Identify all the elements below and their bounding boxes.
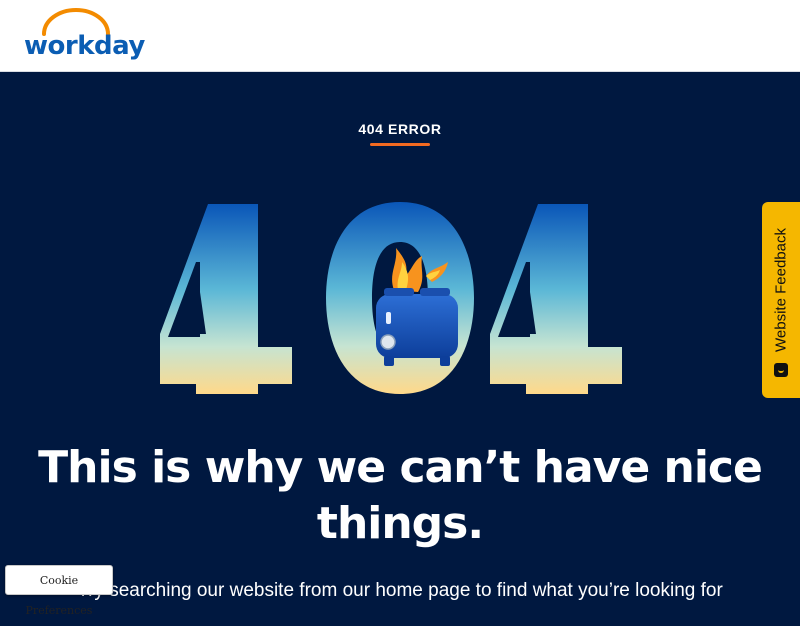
toaster-on-fire-icon [376,248,458,366]
workday-logo[interactable]: workday [22,8,145,64]
website-feedback-button[interactable]: Website Feedback [762,202,800,398]
error-eyebrow: 404 ERROR [358,121,442,137]
headline-line-2: things. [316,498,484,549]
page-headline: This is why we can’t have nice things. [0,440,800,552]
feedback-icon [774,363,788,377]
digit-four-left [160,204,292,394]
digit-four-right [490,204,622,394]
headline-line-1: This is why we can’t have nice [38,442,763,493]
feedback-label: Website Feedback [772,228,790,352]
site-header: workday [0,0,800,72]
eyebrow-underline [370,143,430,146]
error-page-main: 404 ERROR This is why we can’t have nice… [0,72,800,600]
cookie-preferences-button[interactable]: Cookie Preferences [5,565,113,617]
logo-text: workday [24,31,145,61]
big-404-graphic [160,202,622,394]
error-subtext: Try searching our website from our home … [77,580,723,600]
